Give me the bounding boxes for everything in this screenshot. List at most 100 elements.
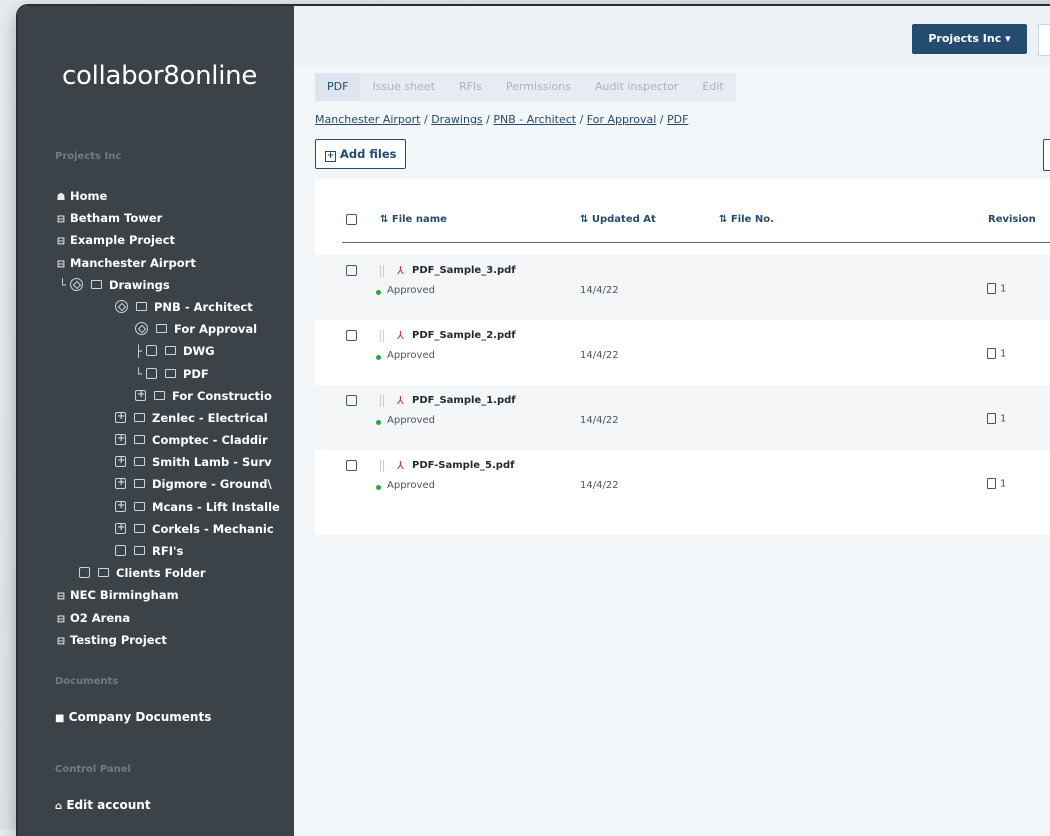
tree-folder[interactable]: Smith Lamb - Surv xyxy=(55,451,281,473)
pdf-icon: ⅄ xyxy=(397,394,404,407)
file-name[interactable]: PDF_Sample_2.pdf xyxy=(412,330,516,341)
checkbox-icon[interactable] xyxy=(115,545,126,556)
tree-folder[interactable]: Zenlec - Electrical xyxy=(55,407,281,429)
org-section-title: Projects Inc xyxy=(55,151,122,162)
app-logo[interactable]: collabor8online xyxy=(62,61,257,91)
row-checkbox[interactable] xyxy=(346,265,357,276)
tab-edit[interactable]: Edit xyxy=(690,73,735,101)
documents-section-title: Documents xyxy=(55,676,119,687)
sidebar-item-project[interactable]: ⊟ Manchester Airport xyxy=(55,252,295,274)
sidebar-item-project[interactable]: ⊟ Betham Tower xyxy=(55,207,295,229)
tree-folder[interactable]: PNB - Architect xyxy=(55,296,355,318)
table-row[interactable]: ⅄ PDF_Sample_3.pdf Approved 14/4/22 1 xyxy=(315,255,1050,320)
tree-branch-line: ├ xyxy=(135,344,142,359)
tab-rfis[interactable]: RFIs xyxy=(447,73,494,101)
document-icon xyxy=(987,413,996,424)
checkbox-icon[interactable] xyxy=(145,367,157,379)
table-row[interactable]: ⅄ PDF_Sample_1.pdf Approved 14/4/22 1 xyxy=(315,385,1050,450)
tree-folder[interactable]: Comptec - Claddir xyxy=(55,429,281,451)
select-all-checkbox[interactable] xyxy=(346,214,357,225)
folder-icon xyxy=(90,279,102,289)
row-checkbox[interactable] xyxy=(346,330,357,341)
tree-folder[interactable]: Digmore - Ground\ xyxy=(55,473,281,495)
sidebar-item-project[interactable]: ⊟ Example Project xyxy=(55,229,295,251)
breadcrumb-link[interactable]: For Approval xyxy=(587,113,657,126)
tree-folder[interactable]: For Constructio xyxy=(55,385,295,407)
tab-audit-inspector[interactable]: Audit inspector xyxy=(583,73,690,101)
expand-icon[interactable] xyxy=(115,407,126,428)
tree-folder[interactable]: Corkels - Mechanic xyxy=(55,518,281,540)
table-row[interactable]: ⅄ PDF_Sample_2.pdf Approved 14/4/22 1 xyxy=(315,320,1050,385)
briefcase-icon: ⊟ xyxy=(56,635,66,647)
breadcrumb-link[interactable]: Drawings xyxy=(431,113,482,126)
tab-pdf[interactable]: PDF xyxy=(315,73,361,101)
toolbar-button-partial[interactable] xyxy=(1043,139,1050,171)
sidebar-item-project[interactable]: ⊟ O2 Arena xyxy=(55,607,295,629)
folder-icon xyxy=(156,324,167,334)
toggle-icon[interactable] xyxy=(135,322,148,336)
expand-icon[interactable] xyxy=(115,496,126,517)
folder-icon xyxy=(134,523,145,533)
table-row[interactable]: ⅄ PDF-Sample_5.pdf Approved 14/4/22 1 xyxy=(315,450,1050,515)
sidebar-item-home[interactable]: ☗ Home xyxy=(55,185,295,207)
revision: 1 xyxy=(987,283,1006,295)
folder-icon: ■ xyxy=(55,713,65,724)
status-badge: Approved xyxy=(387,350,435,361)
drag-handle-icon[interactable] xyxy=(380,330,384,342)
drag-handle-icon[interactable] xyxy=(380,395,384,407)
breadcrumb-link[interactable]: PNB - Architect xyxy=(493,113,576,126)
column-header-updated-at[interactable]: ⇅ Updated At xyxy=(580,214,656,225)
company-documents-link[interactable]: ■ Company Documents xyxy=(55,710,211,724)
expand-icon[interactable] xyxy=(115,429,126,450)
sidebar-item-project[interactable]: ⊟ NEC Birmingham xyxy=(55,584,295,606)
file-table: ⇅ File name ⇅ Updated At ⇅ File No. Revi… xyxy=(315,179,1050,535)
column-header-file-name[interactable]: ⇅ File name xyxy=(380,214,447,225)
row-checkbox[interactable] xyxy=(346,460,357,471)
tree-folder[interactable]: RFI's xyxy=(55,540,355,562)
expand-icon[interactable] xyxy=(115,451,126,472)
briefcase-icon: ⊟ xyxy=(56,214,66,226)
sidebar-item-project[interactable]: ⊟ Testing Project xyxy=(55,629,295,651)
updated-date: 14/4/22 xyxy=(580,350,619,361)
file-name[interactable]: PDF_Sample_3.pdf xyxy=(412,265,516,276)
caret-down-icon: ▾ xyxy=(1005,32,1011,45)
drag-handle-icon[interactable] xyxy=(380,265,384,277)
tree-branch-line: └ xyxy=(135,366,142,381)
expand-icon[interactable] xyxy=(135,385,146,406)
file-name[interactable]: PDF-Sample_5.pdf xyxy=(412,460,514,471)
toggle-icon[interactable] xyxy=(115,299,128,313)
status-dot xyxy=(376,420,381,425)
folder-icon xyxy=(134,546,145,555)
folder-icon xyxy=(98,568,109,578)
edit-account-link[interactable]: ⌂ Edit account xyxy=(55,798,151,812)
tree-folder-drawings[interactable]: └ Drawings xyxy=(55,274,299,296)
breadcrumb-link[interactable]: PDF xyxy=(667,113,688,126)
folder-icon xyxy=(164,346,176,356)
tree-folder[interactable]: Mcans - Lift Installe xyxy=(55,496,281,518)
file-name[interactable]: PDF_Sample_1.pdf xyxy=(412,395,516,406)
sidebar: collabor8online Projects Inc ☗ Home ⊟ Beth… xyxy=(18,6,294,836)
expand-icon[interactable] xyxy=(115,473,126,495)
revision: 1 xyxy=(987,348,1006,360)
expand-icon[interactable] xyxy=(115,518,126,539)
control-panel-section-title: Control Panel xyxy=(55,764,131,775)
home-icon: ☗ xyxy=(56,192,66,203)
drag-handle-icon[interactable] xyxy=(380,460,384,472)
toggle-icon[interactable] xyxy=(69,277,83,291)
header-divider xyxy=(342,242,1050,243)
org-switcher-button[interactable]: Projects Inc ▾ xyxy=(912,24,1027,54)
column-header-revision[interactable]: Revision xyxy=(988,214,1036,225)
column-header-file-no[interactable]: ⇅ File No. xyxy=(719,214,774,225)
breadcrumb-link[interactable]: Manchester Airport xyxy=(315,113,420,126)
status-dot xyxy=(376,355,381,360)
checkbox-icon[interactable] xyxy=(79,567,90,579)
tab-issue-sheet[interactable]: Issue sheet xyxy=(360,73,447,101)
updated-date: 14/4/22 xyxy=(580,285,619,296)
project-tree: ☗ Home ⊟ Betham Tower ⊟ Example Project ⊟ Ma… xyxy=(55,185,295,651)
row-checkbox[interactable] xyxy=(346,395,357,406)
checkbox-icon[interactable] xyxy=(145,345,157,357)
tab-permissions[interactable]: Permissions xyxy=(494,73,583,101)
add-files-button[interactable]: + Add files xyxy=(315,139,407,169)
tree-folder[interactable]: Clients Folder xyxy=(55,562,319,584)
header-secondary-button[interactable] xyxy=(1038,24,1050,56)
